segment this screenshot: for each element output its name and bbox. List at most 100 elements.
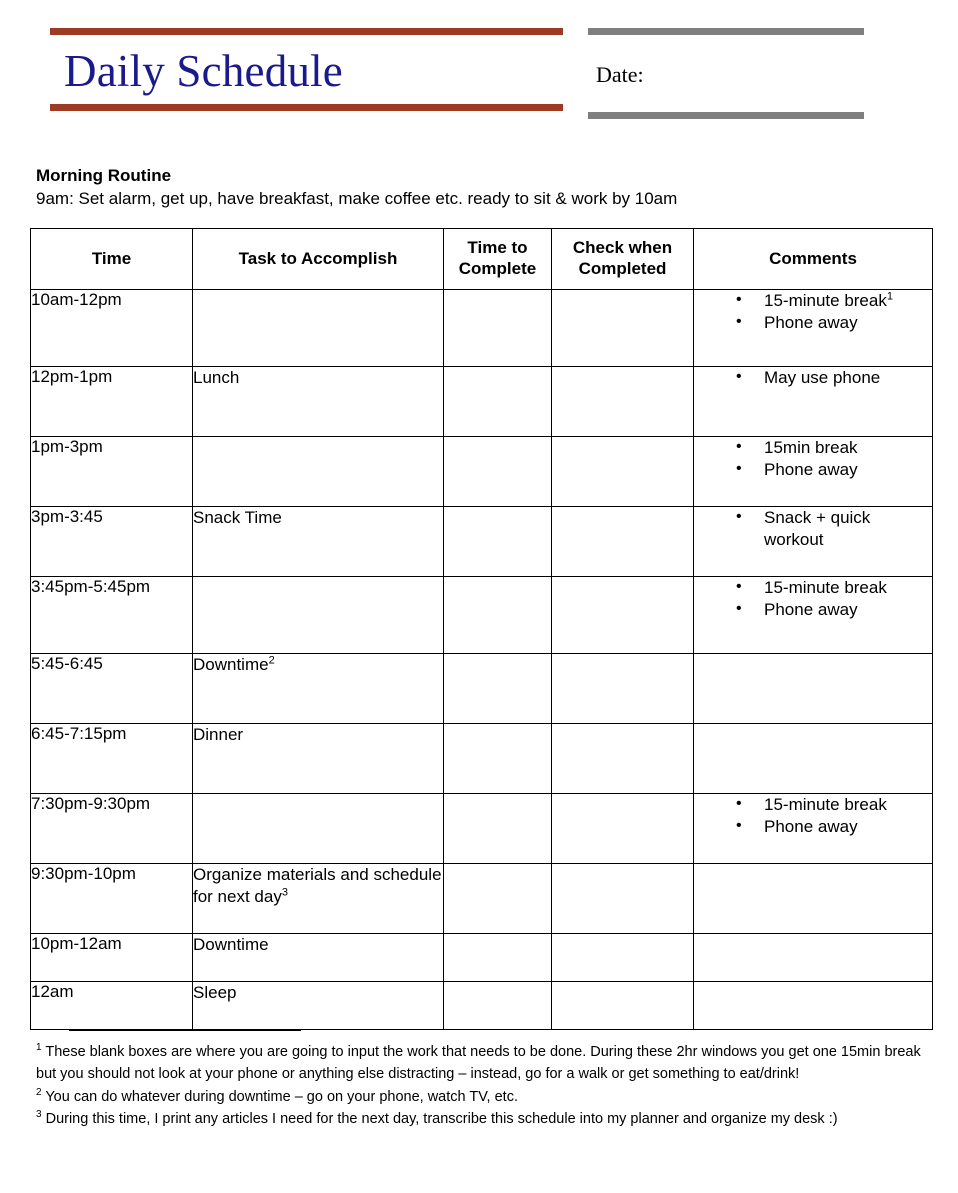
cell-task[interactable]: [192, 792, 444, 864]
column-header-time-label: Time: [91, 248, 132, 268]
cell-check-when-completed[interactable]: [551, 435, 694, 507]
cell-task[interactable]: [192, 288, 444, 367]
table-row: 12am Sleep: [30, 980, 933, 1030]
cell-task[interactable]: Downtime: [192, 932, 444, 982]
cell-time-to-complete[interactable]: [443, 288, 552, 367]
cell-time: 5:45-6:45: [30, 652, 193, 724]
table-row: 12pm-1pmLunch May use phone: [30, 365, 933, 437]
footnote-1-text: These blank boxes are where you are goin…: [36, 1044, 921, 1083]
comments-list: May use phone: [694, 366, 932, 390]
column-header-time-to-complete: Time to Complete: [443, 228, 552, 290]
cell-task-text: Snack Time: [193, 507, 282, 527]
cell-time-to-complete[interactable]: [443, 722, 552, 794]
cell-check-when-completed[interactable]: [551, 980, 694, 1030]
table-row: 1pm-3pm 15min break Phone away: [30, 435, 933, 507]
comments-footnote-marker: 1: [886, 289, 893, 302]
footnote-2-text: You can do whatever during downtime – go…: [45, 1088, 518, 1105]
cell-task[interactable]: Sleep: [192, 980, 444, 1030]
cell-time-to-complete[interactable]: [443, 575, 552, 654]
page-title: Daily Schedule: [64, 46, 343, 96]
table-row: 3:45pm-5:45pm 15-minute break Phone away: [30, 575, 933, 654]
cell-task-text: Downtime: [193, 934, 269, 954]
cell-check-when-completed[interactable]: [551, 365, 694, 437]
daily-schedule-document: Daily Schedule Date: Morning Routine 9am…: [0, 0, 958, 1193]
cell-task[interactable]: Organize materials and schedule for next…: [192, 862, 444, 934]
schedule-table-head: Time Task to Accomplish Time to Complete …: [30, 228, 933, 290]
cell-time: 6:45-7:15pm: [30, 722, 193, 794]
comments-list-item: Phone away: [736, 598, 932, 622]
comments-list: Snack + quick workout: [694, 506, 932, 553]
cell-time-to-complete[interactable]: [443, 862, 552, 934]
cell-time: 7:30pm-9:30pm: [30, 792, 193, 864]
cell-comments: 15-minute break1Phone away: [693, 288, 933, 367]
footnote-2: 2 You can do whatever during downtime – …: [36, 1086, 926, 1108]
column-header-ttc-line1: Time to: [467, 238, 528, 257]
title-block: Daily Schedule: [50, 28, 563, 111]
footnote-1: 1 These blank boxes are where you are go…: [36, 1041, 926, 1086]
cell-time-to-complete[interactable]: [443, 652, 552, 724]
cell-task-footnote-marker: 2: [268, 653, 275, 666]
cell-comments: Snack + quick workout: [693, 505, 933, 577]
table-row: 10am-12pm15-minute break1Phone away: [30, 288, 933, 367]
footnote-3: 3 During this time, I print any articles…: [36, 1108, 926, 1130]
cell-comments: [693, 862, 933, 934]
cell-comments: 15-minute break Phone away: [693, 575, 933, 654]
cell-task[interactable]: Snack Time: [192, 505, 444, 577]
cell-time: 10pm-12am: [30, 932, 193, 982]
cell-comments: 15min break Phone away: [693, 435, 933, 507]
comments-list-item: Phone away: [736, 815, 932, 839]
cell-time-to-complete[interactable]: [443, 435, 552, 507]
column-header-comments-label: Comments: [769, 248, 857, 268]
date-block: Date:: [588, 28, 864, 119]
footnote-3-text: During this time, I print any articles I…: [45, 1111, 838, 1128]
comments-list-item: 15-minute break: [736, 793, 932, 817]
document-header: Daily Schedule Date:: [0, 0, 958, 150]
cell-comments: [693, 980, 933, 1030]
schedule-table-body: 10am-12pm15-minute break1Phone away12pm-…: [30, 288, 933, 1030]
cell-check-when-completed[interactable]: [551, 288, 694, 367]
column-header-comments: Comments: [693, 228, 933, 290]
comments-list-item-text: Snack + quick workout: [764, 507, 871, 550]
cell-task[interactable]: Downtime2: [192, 652, 444, 724]
column-header-task-label: Task to Accomplish: [238, 248, 398, 268]
cell-time-to-complete[interactable]: [443, 932, 552, 982]
table-header-row: Time Task to Accomplish Time to Complete …: [30, 228, 933, 290]
cell-time-to-complete[interactable]: [443, 505, 552, 577]
comments-list-item: Phone away: [736, 458, 932, 482]
date-rule-top: [588, 28, 864, 35]
comments-list-item-text: 15min break: [764, 437, 858, 457]
cell-task[interactable]: Lunch: [192, 365, 444, 437]
footnote-1-marker: 1: [36, 1042, 42, 1054]
comments-list: 15min break Phone away: [694, 436, 932, 483]
cell-time: 3pm-3:45: [30, 505, 193, 577]
cell-time-to-complete[interactable]: [443, 365, 552, 437]
cell-time: 1pm-3pm: [30, 435, 193, 507]
footnote-3-marker: 3: [36, 1109, 42, 1121]
cell-time-to-complete[interactable]: [443, 980, 552, 1030]
cell-check-when-completed[interactable]: [551, 862, 694, 934]
cell-task[interactable]: Dinner: [192, 722, 444, 794]
cell-check-when-completed[interactable]: [551, 932, 694, 982]
table-row: 3pm-3:45Snack Time Snack + quick workout: [30, 505, 933, 577]
cell-task[interactable]: [192, 435, 444, 507]
cell-check-when-completed[interactable]: [551, 575, 694, 654]
cell-comments: May use phone: [693, 365, 933, 437]
cell-check-when-completed[interactable]: [551, 722, 694, 794]
table-row: 6:45-7:15pm Dinner: [30, 722, 933, 794]
cell-task-text: Lunch: [193, 367, 240, 387]
column-header-ttc-line2: Complete: [458, 259, 537, 279]
cell-time-to-complete[interactable]: [443, 792, 552, 864]
comments-list: 15-minute break1Phone away: [694, 289, 932, 336]
morning-routine-description: 9am: Set alarm, get up, have breakfast, …: [36, 188, 678, 208]
schedule-table: Time Task to Accomplish Time to Complete …: [30, 228, 933, 1030]
comments-list-item-text: May use phone: [764, 367, 881, 387]
cell-check-when-completed[interactable]: [551, 652, 694, 724]
column-header-task: Task to Accomplish: [192, 228, 444, 290]
table-row: 5:45-6:45 Downtime2: [30, 652, 933, 724]
cell-check-when-completed[interactable]: [551, 792, 694, 864]
cell-task[interactable]: [192, 575, 444, 654]
table-row: 7:30pm-9:30pm 15-minute break Phone away: [30, 792, 933, 864]
cell-check-when-completed[interactable]: [551, 505, 694, 577]
table-row: 9:30pm-10pm Organize materials and schedu…: [30, 862, 933, 934]
comments-list: 15-minute break Phone away: [694, 793, 932, 840]
